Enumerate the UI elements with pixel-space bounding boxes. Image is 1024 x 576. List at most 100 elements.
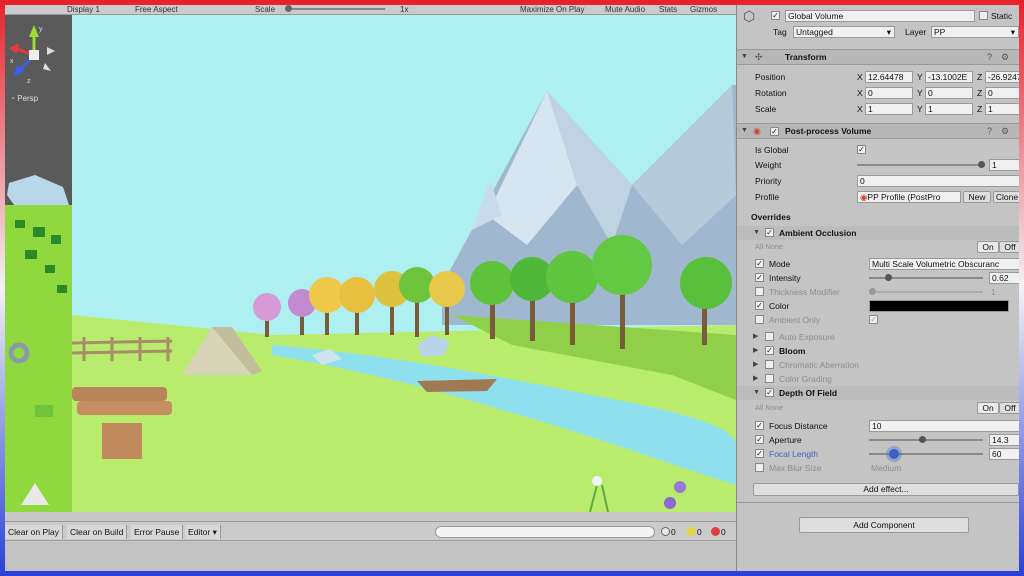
focus-distance-field[interactable]: 10 (869, 420, 1019, 432)
scene-view[interactable]: y x z ⁃ Persp (5, 15, 72, 512)
weight-slider-knob[interactable] (978, 161, 985, 168)
rotation-z-field[interactable]: 0 (985, 87, 1019, 99)
profile-field[interactable]: ◉PP Profile (PostPro (857, 191, 961, 203)
aperture-slider-knob[interactable] (919, 436, 926, 443)
add-effect-button[interactable]: Add effect... (753, 483, 1019, 496)
mode-override-checkbox[interactable]: ✓ (755, 259, 764, 268)
persp-label[interactable]: ⁃ Persp (11, 94, 38, 103)
rotation-x-field[interactable]: 0 (865, 87, 913, 99)
position-y-field[interactable]: -13.1002E (925, 71, 973, 83)
position-z-field[interactable]: -26.9247 (985, 71, 1019, 83)
mode-dropdown[interactable]: Multi Scale Volumetric Obscuranc (869, 258, 1019, 270)
intensity-override-checkbox[interactable]: ✓ (755, 273, 764, 282)
layer-dropdown[interactable]: PP ▾ (931, 26, 1019, 38)
ambient-occlusion-enabled-checkbox[interactable]: ✓ (765, 228, 774, 237)
post-process-icon: ◉ (753, 126, 761, 136)
aperture-slider[interactable] (869, 436, 983, 443)
auto-exposure-checkbox[interactable] (765, 332, 774, 341)
scale-y-field[interactable]: 1 (925, 103, 973, 115)
add-component-button[interactable]: Add Component (799, 517, 969, 533)
intensity-field[interactable]: 0.62 (989, 272, 1019, 284)
depth-of-field-enabled-checkbox[interactable]: ✓ (765, 388, 774, 397)
warning-count[interactable]: 0 (687, 525, 702, 539)
weight-slider[interactable] (857, 161, 985, 168)
thickness-slider-knob[interactable] (869, 288, 876, 295)
focus-override-checkbox[interactable]: ✓ (755, 421, 764, 430)
dof-all-none[interactable]: All None (755, 401, 783, 415)
focal-length-slider[interactable] (869, 449, 983, 459)
settings-icon[interactable]: ⚙ (1001, 50, 1009, 64)
post-process-volume-header[interactable]: ▼ ◉ ✓ Post-process Volume ? ⚙ (737, 123, 1019, 139)
static-checkbox[interactable] (979, 11, 988, 20)
bloom-checkbox[interactable]: ✓ (765, 346, 774, 355)
priority-field[interactable]: 0 (857, 175, 1019, 187)
game-viewport[interactable] (72, 15, 736, 512)
focal-length-slider-knob[interactable] (889, 449, 899, 459)
transform-header[interactable]: ▼ ✣ Transform ? ⚙ (737, 49, 1019, 65)
color-override-checkbox[interactable]: ✓ (755, 301, 764, 310)
error-count[interactable]: 0 (711, 525, 726, 539)
effect-row-bloom[interactable]: ▶ ✓ Bloom (737, 344, 1019, 358)
aperture-override-checkbox[interactable]: ✓ (755, 435, 764, 444)
ambient-only-override-checkbox[interactable] (755, 315, 764, 324)
component-enabled-checkbox[interactable]: ✓ (770, 127, 779, 136)
color-grading-checkbox[interactable] (765, 374, 774, 383)
ao-on-button[interactable]: On (977, 241, 999, 253)
mute-audio-button[interactable]: Mute Audio (605, 5, 645, 14)
position-x-field[interactable]: 12.64478 (865, 71, 913, 83)
display-dropdown[interactable]: Display 1 (67, 5, 100, 14)
console-search-input[interactable] (435, 526, 655, 538)
dof-off-button[interactable]: Off (999, 402, 1019, 414)
aspect-dropdown[interactable]: Free Aspect (135, 5, 178, 14)
intensity-slider[interactable] (869, 274, 983, 281)
object-name-field[interactable]: Global Volume (785, 10, 975, 22)
effect-row-color-grading[interactable]: ▶ Color Grading (737, 372, 1019, 386)
editor-dropdown[interactable]: Editor ▾ (185, 525, 221, 539)
settings-icon[interactable]: ⚙ (1001, 124, 1009, 138)
max-blur-size-dropdown[interactable]: Medium (871, 461, 901, 475)
error-icon (711, 527, 720, 536)
focal-length-field[interactable]: 60 (989, 448, 1019, 460)
console-log-area[interactable] (5, 542, 736, 571)
thickness-slider[interactable] (869, 288, 983, 295)
maximize-on-play-button[interactable]: Maximize On Play (520, 5, 584, 14)
aperture-field[interactable]: 14.3 (989, 434, 1019, 446)
chromatic-aberration-checkbox[interactable] (765, 360, 774, 369)
info-count[interactable]: 0 (661, 525, 676, 539)
scale-z-field[interactable]: 1 (985, 103, 1019, 115)
ao-mode-row: ✓ Mode Multi Scale Volumetric Obscuranc (737, 257, 1019, 271)
orientation-gizmo-icon[interactable]: y x z (7, 21, 61, 91)
clear-on-play-button[interactable]: Clear on Play (5, 525, 64, 539)
effect-row-auto-exposure[interactable]: ▶ Auto Exposure (737, 330, 1019, 344)
focal-override-checkbox[interactable]: ✓ (755, 449, 764, 458)
ambient-only-checkbox[interactable]: ✓ (869, 315, 878, 324)
scale-x-field[interactable]: 1 (865, 103, 913, 115)
new-profile-button[interactable]: New (963, 191, 991, 203)
dof-on-button[interactable]: On (977, 402, 999, 414)
ao-all-none[interactable]: All None (755, 240, 783, 254)
ambient-occlusion-header[interactable]: ▼ ✓ Ambient Occlusion (737, 226, 1019, 240)
error-pause-button[interactable]: Error Pause (131, 525, 184, 539)
clone-profile-button[interactable]: Clone (993, 191, 1019, 203)
clear-on-build-button[interactable]: Clear on Build (67, 525, 128, 539)
depth-of-field-header[interactable]: ▼ ✓ Depth Of Field (737, 386, 1019, 400)
scale-slider[interactable] (285, 5, 385, 12)
maxblur-override-checkbox[interactable] (755, 463, 764, 472)
thickness-override-checkbox[interactable] (755, 287, 764, 296)
max-blur-size-label: Max Blur Size (769, 463, 822, 473)
tag-dropdown[interactable]: Untagged ▾ (793, 26, 895, 38)
ao-off-button[interactable]: Off (999, 241, 1019, 253)
help-icon[interactable]: ? (987, 50, 992, 64)
help-icon[interactable]: ? (987, 124, 992, 138)
weight-field[interactable]: 1 (989, 159, 1019, 171)
gizmos-button[interactable]: Gizmos (690, 5, 717, 14)
rotation-y-field[interactable]: 0 (925, 87, 973, 99)
focal-length-label: Focal Length (769, 449, 819, 459)
color-swatch[interactable] (869, 300, 1009, 312)
active-checkbox[interactable]: ✓ (771, 11, 780, 20)
is-global-checkbox[interactable]: ✓ (857, 145, 866, 154)
divider (737, 502, 1019, 503)
stats-button[interactable]: Stats (659, 5, 677, 14)
effect-row-chromatic-aberration[interactable]: ▶ Chromatic Aberration (737, 358, 1019, 372)
intensity-slider-knob[interactable] (885, 274, 892, 281)
